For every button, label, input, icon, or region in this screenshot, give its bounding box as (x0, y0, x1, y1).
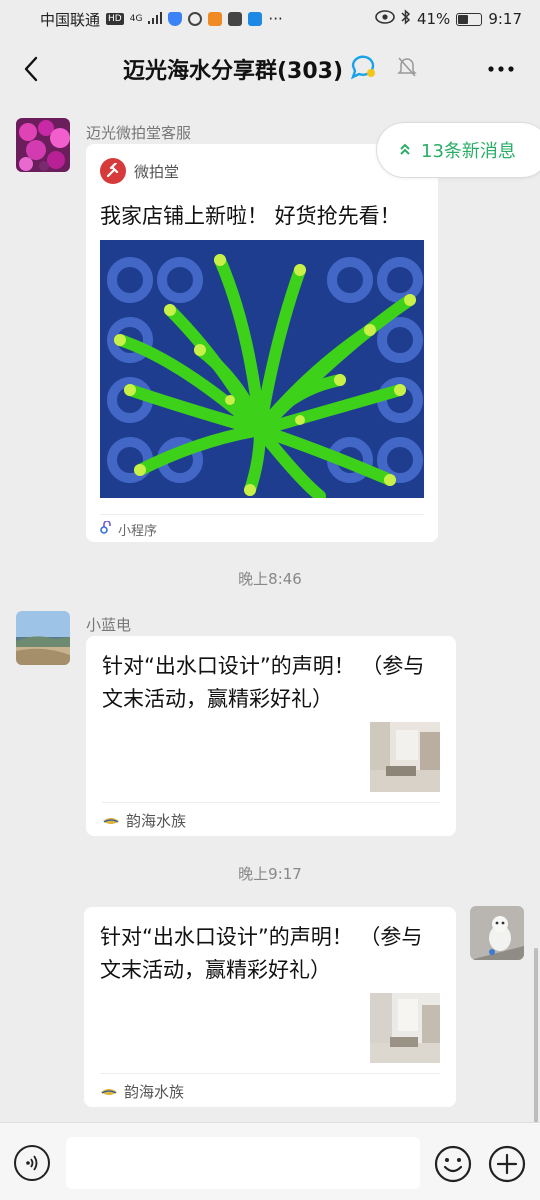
shield-icon (168, 12, 183, 26)
article-title: 针对“出水口设计”的声明！ （参与文末活动，赢精彩好礼） (102, 654, 425, 711)
new-messages-button[interactable]: 13条新消息 (376, 122, 540, 178)
input-bar (0, 1122, 540, 1200)
divider (102, 802, 440, 803)
sender-name: 迈光微拍堂客服 (86, 124, 192, 142)
new-messages-label: 13条新消息 (421, 141, 516, 162)
avatar[interactable] (16, 611, 70, 665)
clock: 9:17 (488, 10, 522, 28)
my-avatar[interactable] (470, 906, 524, 960)
chat-messages[interactable]: 迈光微拍堂客服 微拍堂 我家店铺上新啦！ 好货抢先看！ 小程序 13条新消息 晚… (0, 100, 540, 1124)
timestamp: 晚上9:17 (238, 865, 302, 883)
mini-program-card[interactable]: 微拍堂 我家店铺上新啦！ 好货抢先看！ 小程序 (86, 144, 438, 542)
smiley-icon (434, 1145, 472, 1183)
carrier-label: 中国联通 (40, 10, 101, 29)
mail-app-icon (228, 12, 243, 26)
cloud-app-icon (248, 12, 263, 26)
fish-logo-icon (100, 1083, 118, 1101)
bluetooth-icon (401, 9, 411, 29)
battery-percent: 41% (416, 10, 451, 28)
more-icon (488, 66, 514, 72)
eye-icon (375, 10, 395, 28)
mini-program-footer: 小程序 (100, 519, 158, 539)
weipaitang-logo-icon (100, 158, 126, 184)
title-wrap: 迈光海水分享群(303) (0, 38, 540, 100)
page-title: 迈光海水分享群(303) (122, 59, 344, 84)
article-source: 韵海水族 (100, 1081, 184, 1102)
battery-icon (456, 12, 483, 26)
plus-icon (488, 1145, 526, 1183)
emoji-button[interactable] (434, 1145, 472, 1183)
mini-program-label: 小程序 (118, 524, 158, 539)
coral-photo (100, 240, 424, 498)
signal-label: 4G (129, 14, 143, 24)
voice-button[interactable] (14, 1145, 50, 1181)
link-icon (100, 519, 114, 539)
article-title: 针对“出水口设计”的声明！ （参与文末活动，赢精彩好礼） (100, 925, 423, 982)
message-input[interactable] (66, 1137, 420, 1189)
signal-icon (148, 10, 163, 28)
sender-name: 小蓝电 (86, 616, 132, 634)
fish-logo-icon (102, 812, 120, 830)
divider (100, 514, 424, 515)
article-source: 韵海水族 (102, 810, 186, 831)
article-source-label: 韵海水族 (124, 1083, 185, 1101)
article-source-label: 韵海水族 (126, 812, 187, 830)
chat-bubble-icon[interactable] (349, 54, 377, 84)
more-button[interactable] (484, 52, 518, 86)
video-app-icon (208, 12, 223, 26)
timestamp: 晚上8:46 (238, 570, 302, 588)
mute-bell-icon (397, 56, 417, 82)
scrollbar[interactable] (534, 948, 538, 1124)
article-thumbnail (370, 993, 440, 1063)
article-card[interactable]: 针对“出水口设计”的声明！ （参与文末活动，赢精彩好礼） 韵海水族 (86, 636, 456, 836)
avatar[interactable] (16, 118, 70, 172)
more-notifications-icon: ··· (268, 10, 283, 28)
double-chevron-up-icon (399, 140, 411, 161)
status-bar: 中国联通 HD 4G ··· 41% 9:17 (0, 0, 540, 38)
more-actions-button[interactable] (488, 1145, 526, 1183)
mini-program-header: 微拍堂 (100, 158, 179, 184)
article-card[interactable]: 针对“出水口设计”的声明！ （参与文末活动，赢精彩好礼） 韵海水族 (84, 907, 456, 1107)
chat-header: 迈光海水分享群(303) (0, 38, 540, 100)
hd-badge: HD (106, 13, 124, 25)
divider (100, 1073, 440, 1074)
mini-program-app-name: 微拍堂 (134, 162, 180, 181)
voice-icon (26, 1155, 38, 1171)
circle-icon (188, 12, 203, 26)
mini-program-title: 我家店铺上新啦！ 好货抢先看！ (100, 204, 401, 228)
article-thumbnail (370, 722, 440, 792)
